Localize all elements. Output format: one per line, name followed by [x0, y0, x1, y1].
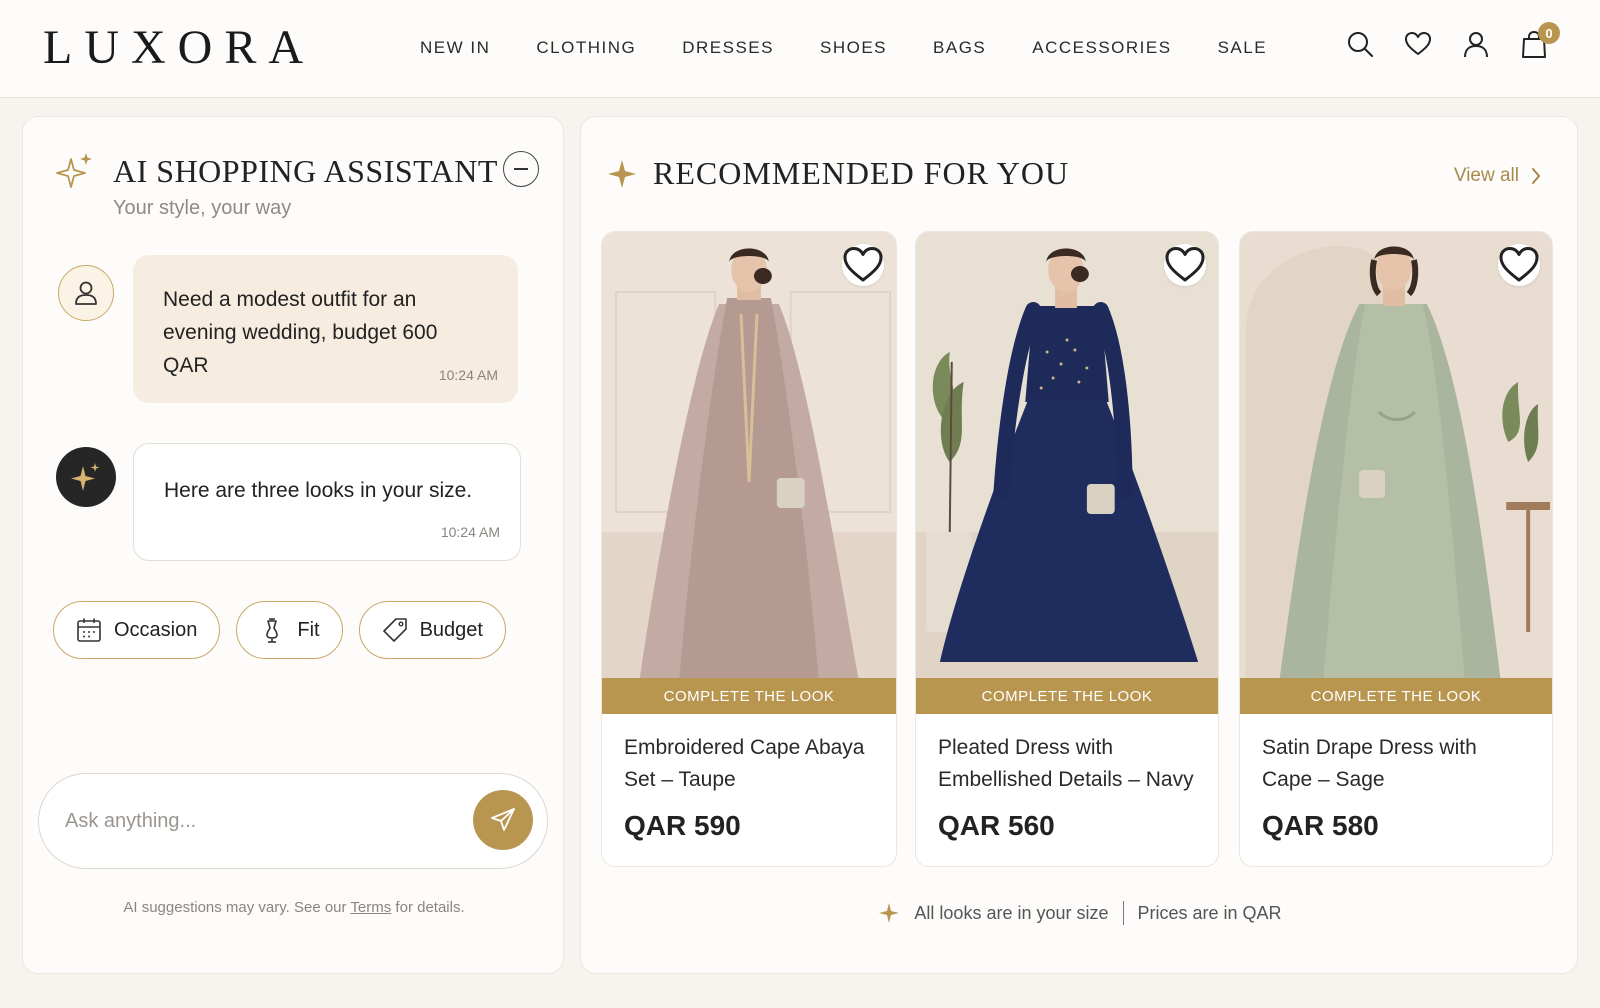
- favorite-button[interactable]: [1164, 244, 1206, 286]
- message-time: 10:24 AM: [440, 524, 500, 540]
- disclaimer-text: for details.: [391, 899, 465, 916]
- ai-message: Here are three looks in your size. 10:24…: [133, 443, 521, 561]
- nav-accessories[interactable]: ACCESSORIES: [1032, 38, 1171, 58]
- sparkle-icon: [608, 160, 636, 188]
- search-icon[interactable]: [1346, 30, 1374, 60]
- user-message: Need a modest outfit for an evening wedd…: [133, 255, 518, 403]
- view-all-link[interactable]: View all: [1454, 165, 1541, 187]
- product-image[interactable]: [1240, 232, 1552, 678]
- calendar-icon: [77, 618, 101, 642]
- chip-fit[interactable]: Fit: [236, 601, 343, 659]
- chip-occasion[interactable]: Occasion: [53, 601, 221, 659]
- favorite-button[interactable]: [1498, 244, 1540, 286]
- product-card[interactable]: COMPLETE THE LOOK Pleated Dress with Emb…: [915, 231, 1219, 867]
- user-avatar: [58, 265, 114, 321]
- recommendations-panel: RECOMMENDED FOR YOU View all COMPLETE TH…: [580, 116, 1578, 974]
- nav-new-in[interactable]: NEW IN: [420, 38, 490, 58]
- product-image[interactable]: [916, 232, 1218, 678]
- assistant-subtitle: Your style, your way: [113, 197, 292, 219]
- chip-label: Budget: [419, 618, 483, 641]
- product-name[interactable]: Embroidered Cape Abaya Set – Taupe: [624, 732, 894, 796]
- disclaimer-text: AI suggestions may vary. See our: [123, 899, 351, 916]
- header-actions: 0: [1346, 22, 1560, 60]
- cart-count-badge: 0: [1538, 22, 1560, 44]
- send-button[interactable]: [473, 790, 533, 850]
- view-all-label: View all: [1453, 165, 1519, 186]
- main-nav: NEW IN CLOTHING DRESSES SHOES BAGS ACCES…: [420, 38, 1313, 58]
- divider: [1122, 901, 1124, 925]
- nav-dresses[interactable]: DRESSES: [682, 38, 774, 58]
- bag-icon[interactable]: 0: [1520, 22, 1560, 60]
- ai-assistant-panel: AI SHOPPING ASSISTANT Your style, your w…: [22, 116, 564, 974]
- product-image[interactable]: [602, 232, 896, 678]
- nav-bags[interactable]: BAGS: [933, 38, 986, 58]
- price-tag-icon: [382, 618, 407, 642]
- chip-label: Fit: [297, 618, 320, 641]
- heart-icon: [843, 247, 883, 282]
- product-price: QAR 580: [1262, 810, 1379, 841]
- message-text: Here are three looks in your size.: [164, 479, 473, 502]
- heart-icon: [1165, 247, 1205, 282]
- dress-form-icon: [266, 618, 279, 643]
- product-card[interactable]: COMPLETE THE LOOK Satin Drape Dress with…: [1239, 231, 1553, 867]
- user-icon: [75, 281, 97, 305]
- ai-avatar: [56, 447, 116, 507]
- product-price: QAR 560: [938, 810, 1055, 841]
- complete-the-look-button[interactable]: COMPLETE THE LOOK: [602, 678, 896, 714]
- sparkle-icon: [56, 153, 92, 188]
- product-card[interactable]: COMPLETE THE LOOK Embroidered Cape Abaya…: [601, 231, 897, 867]
- chevron-right-icon: [1532, 168, 1541, 184]
- currency-note: Prices are in QAR: [1137, 902, 1282, 923]
- chip-label: Occasion: [114, 618, 198, 641]
- send-icon: [491, 808, 515, 831]
- nav-clothing[interactable]: CLOTHING: [536, 38, 636, 58]
- product-name[interactable]: Satin Drape Dress with Cape – Sage: [1262, 732, 1532, 796]
- complete-the-look-button[interactable]: COMPLETE THE LOOK: [916, 678, 1218, 714]
- heart-icon: [1499, 247, 1539, 282]
- product-price: QAR 590: [624, 810, 741, 841]
- message-time: 10:24 AM: [438, 367, 498, 383]
- user-icon[interactable]: [1462, 30, 1490, 60]
- recommendations-footer: All looks are in your size Prices are in…: [581, 901, 1579, 925]
- favorite-button[interactable]: [842, 244, 884, 286]
- sparkle-icon: [879, 903, 900, 923]
- site-header: LUXORA NEW IN CLOTHING DRESSES SHOES BAG…: [0, 0, 1600, 98]
- chip-budget[interactable]: Budget: [358, 601, 506, 659]
- ai-disclaimer: AI suggestions may vary. See our Terms f…: [23, 899, 565, 916]
- section-title: RECOMMENDED FOR YOU: [653, 155, 1070, 191]
- nav-shoes[interactable]: SHOES: [820, 38, 887, 58]
- terms-link[interactable]: Terms: [350, 899, 391, 916]
- quick-filter-chips: Occasion Fit Budget: [53, 601, 506, 659]
- product-name[interactable]: Pleated Dress with Embellished Details –…: [938, 732, 1208, 796]
- chat-input-box: [38, 773, 548, 869]
- heart-icon[interactable]: [1404, 30, 1432, 60]
- chat-input[interactable]: [65, 802, 445, 840]
- nav-sale[interactable]: SALE: [1218, 38, 1267, 58]
- size-note: All looks are in your size: [914, 902, 1109, 923]
- sparkle-icon: [71, 463, 100, 491]
- complete-the-look-button[interactable]: COMPLETE THE LOOK: [1240, 678, 1552, 714]
- assistant-title: AI SHOPPING ASSISTANT: [113, 153, 498, 189]
- brand-logo[interactable]: LUXORA: [43, 20, 315, 75]
- minimize-button[interactable]: [503, 151, 539, 187]
